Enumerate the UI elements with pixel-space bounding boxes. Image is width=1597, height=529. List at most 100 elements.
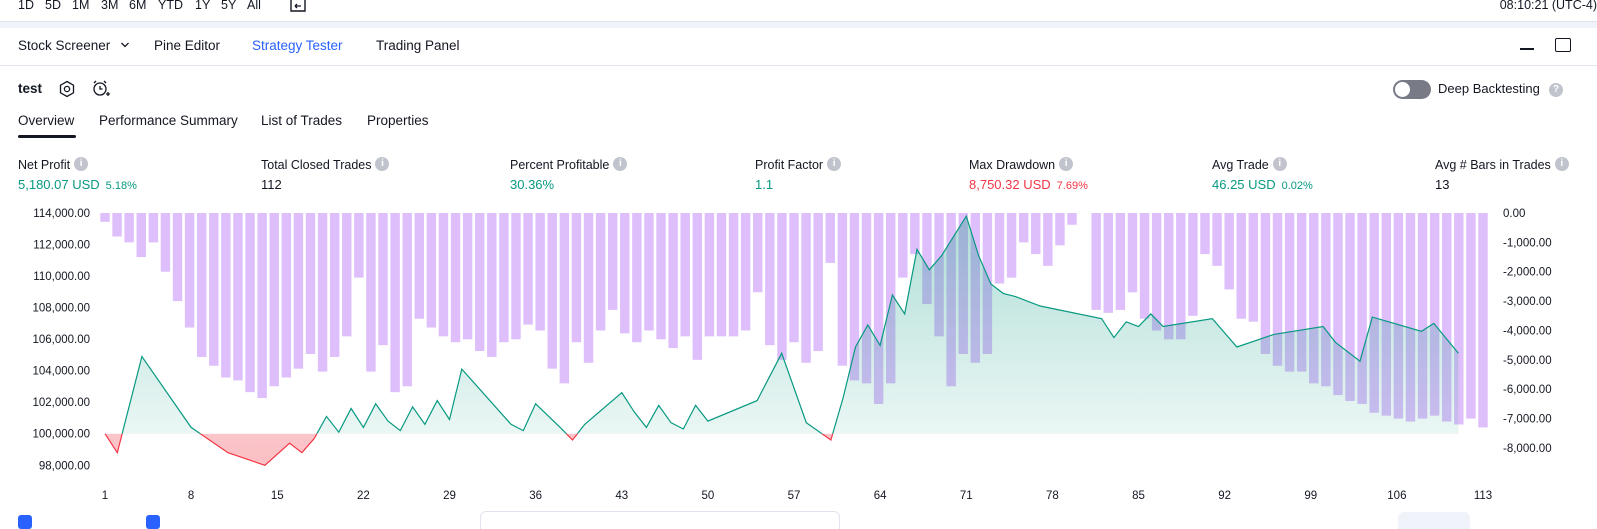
settings-icon[interactable]	[58, 80, 76, 98]
help-icon[interactable]: ?	[1549, 83, 1563, 97]
range-5y[interactable]: 5Y	[221, 0, 236, 12]
range-1d[interactable]: 1D	[18, 0, 34, 12]
metric-amount: 30.36%	[510, 177, 555, 192]
drawdown-bar	[100, 213, 110, 222]
drawdown-bar	[1224, 213, 1234, 290]
chevron-down-icon[interactable]	[120, 41, 130, 49]
info-icon[interactable]: i	[74, 156, 89, 171]
range-1y[interactable]: 1Y	[195, 0, 210, 12]
drawdown-bar	[148, 213, 159, 243]
tab-overview[interactable]: Overview	[18, 113, 74, 128]
info-icon[interactable]: i	[1059, 156, 1074, 171]
maximize-icon[interactable]	[1555, 38, 1571, 52]
metric-value: 30.36%	[510, 177, 627, 192]
right-axis: 0.00 -1,000.00 -2,000.00 -3,000.00 -4,000.00…	[1503, 208, 1552, 455]
x-tick-label: 36	[529, 490, 542, 502]
drawdown-bar	[595, 213, 606, 331]
x-tick-label: 71	[960, 490, 973, 502]
equity-checkbox[interactable]	[18, 515, 32, 529]
tab-performance-summary[interactable]: Performance Summary	[99, 113, 238, 128]
drawdown-bar	[124, 213, 134, 243]
x-tick-label: 106	[1387, 490, 1406, 502]
metric-avg-bars-in-trades: Avg # Bars in Trades i 13	[1435, 156, 1569, 192]
info-icon[interactable]: i	[613, 156, 628, 171]
info-icon[interactable]: i	[827, 156, 842, 171]
drawdown-bar	[281, 213, 292, 378]
bottom-toggle-pill[interactable]	[1398, 512, 1470, 529]
time-range-bar: 1D 5D 1M 3M 6M YTD 1Y 5Y All 08:10:21 (U…	[0, 0, 1597, 22]
info-icon[interactable]: i	[1554, 156, 1569, 171]
drawdown-bar	[160, 213, 171, 272]
x-tick-label: 50	[701, 490, 714, 502]
equity-drawdown-chart[interactable]: 114,000.00 112,000.00 110,000.00 108,000.00…	[0, 198, 1597, 508]
x-tick-label: 99	[1304, 490, 1317, 502]
metric-label: Avg Trade	[1212, 157, 1269, 172]
add-alert-icon[interactable]	[91, 79, 111, 99]
clock[interactable]: 08:10:21 (UTC-4)	[1500, 0, 1597, 12]
drawdown-bar	[1151, 213, 1162, 331]
drawdown-bar	[511, 213, 521, 340]
drawdown-bar	[559, 213, 570, 384]
metric-label: Total Closed Trades	[261, 157, 372, 172]
metric-value: 13	[1435, 177, 1569, 192]
tab-properties[interactable]: Properties	[367, 113, 429, 128]
right-tick-label: -4,000.00	[1503, 325, 1552, 337]
left-tick-label: 106,000.00	[32, 334, 90, 346]
drawdown-bar	[378, 213, 388, 346]
right-tick-label: -8,000.00	[1503, 443, 1552, 455]
x-tick-label: 22	[357, 490, 370, 502]
drawdown-bar	[1127, 213, 1138, 293]
goto-date-icon[interactable]	[288, 0, 308, 15]
tab-stock-screener[interactable]: Stock Screener	[18, 38, 110, 53]
range-1m[interactable]: 1M	[72, 0, 89, 12]
range-3m[interactable]: 3M	[101, 0, 118, 12]
range-all[interactable]: All	[247, 0, 261, 12]
metric-percent: 5.18%	[105, 180, 137, 192]
drawdown-checkbox[interactable]	[146, 515, 160, 529]
range-5d[interactable]: 5D	[45, 0, 61, 12]
bottom-popup	[480, 511, 840, 529]
metric-max-drawdown: Max Drawdown i 8,750.32 USD 7.69%	[969, 156, 1088, 192]
left-tick-label: 114,000.00	[33, 208, 90, 220]
drawdown-bar	[656, 213, 666, 340]
drawdown-bar	[1466, 213, 1476, 419]
range-6m[interactable]: 6M	[129, 0, 146, 12]
drawdown-bar	[1055, 213, 1065, 246]
metric-avg-trade: Avg Trade i 46.25 USD 0.02%	[1212, 156, 1313, 192]
drawdown-bar	[740, 213, 751, 331]
drawdown-bar	[583, 213, 594, 363]
drawdown-bar	[571, 213, 582, 343]
tab-trading-panel[interactable]: Trading Panel	[376, 38, 460, 53]
x-tick-label: 43	[615, 490, 628, 502]
drawdown-bar	[402, 213, 412, 387]
tab-pine-editor[interactable]: Pine Editor	[154, 38, 220, 53]
drawdown-bar	[1031, 213, 1041, 255]
drawdown-bar	[245, 213, 255, 393]
drawdown-bar	[1103, 213, 1113, 313]
drawdown-bar	[777, 213, 787, 360]
deep-backtesting-toggle[interactable]	[1393, 80, 1431, 99]
drawdown-bar	[462, 213, 473, 340]
drawdown-bar	[233, 213, 243, 381]
metric-value: 46.25 USD 0.02%	[1212, 177, 1313, 192]
left-tick-label: 98,000.00	[39, 460, 90, 472]
minimize-icon[interactable]	[1520, 48, 1534, 50]
right-tick-label: -5,000.00	[1503, 355, 1552, 367]
left-tick-label: 100,000.00	[32, 429, 90, 441]
drawdown-bar	[499, 213, 509, 343]
drawdown-bar	[728, 213, 739, 337]
range-ytd[interactable]: YTD	[158, 0, 183, 12]
drawdown-bar	[257, 213, 267, 399]
tab-list-of-trades[interactable]: List of Trades	[261, 113, 342, 128]
strategy-name: test	[18, 81, 43, 96]
metric-label: Percent Profitable	[510, 157, 610, 172]
drawdown-bar	[753, 213, 763, 293]
tab-strategy-tester[interactable]: Strategy Tester	[252, 38, 343, 53]
metric-net-profit: Net Profit i 5,180.07 USD 5.18%	[18, 156, 137, 192]
info-icon[interactable]: i	[375, 156, 390, 171]
drawdown-bar	[136, 213, 146, 258]
left-tick-label: 110,000.00	[33, 271, 90, 283]
drawdown-bar	[1212, 213, 1222, 266]
info-icon[interactable]: i	[1272, 156, 1287, 171]
drawdown-bar	[317, 213, 328, 372]
